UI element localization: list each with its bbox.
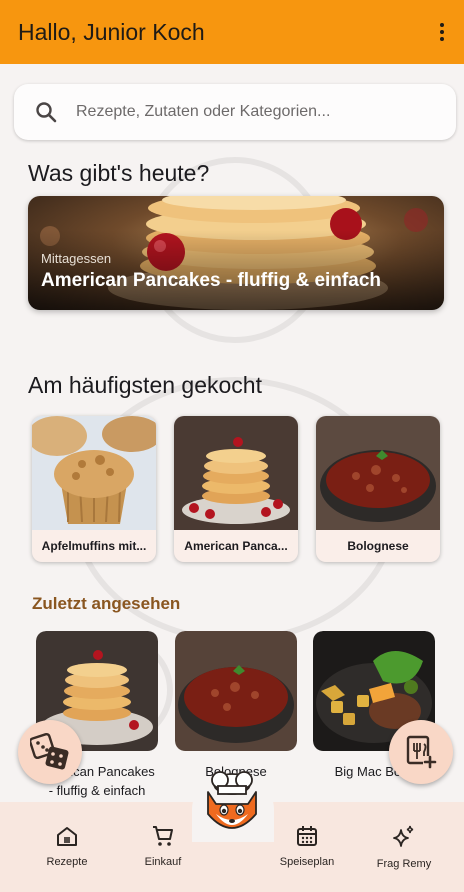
- recent-item[interactable]: Bolognese: [175, 631, 297, 781]
- nav-label: Speiseplan: [279, 856, 335, 868]
- app-bar: Hallo, Junior Koch: [0, 0, 464, 64]
- favorite-label: Apfelmuffins mit...: [41, 539, 147, 553]
- nav-item-frag-remy[interactable]: Frag Remy: [359, 824, 449, 870]
- favorite-label: American Panca...: [184, 539, 288, 553]
- sparkle-icon: [393, 825, 414, 847]
- nav-item-speiseplan[interactable]: Speiseplan: [262, 824, 352, 868]
- cart-icon: [153, 826, 173, 846]
- pancakes-image: [174, 416, 298, 530]
- nav-label: Einkauf: [144, 856, 182, 868]
- recent-section-title: Zuletzt angesehen: [32, 594, 181, 613]
- bolognese-image: [175, 631, 297, 751]
- calendar-icon: [297, 826, 317, 846]
- add-recipe-icon: [406, 735, 437, 769]
- dice-icon: [30, 732, 69, 770]
- recent-label-line2: - fluffig & einfach: [48, 783, 146, 798]
- favorite-card[interactable]: Apfelmuffins mit...: [32, 416, 156, 562]
- nav-item-rezepte[interactable]: Rezepte: [22, 824, 112, 868]
- search-input[interactable]: [76, 103, 416, 121]
- muffins-image: [32, 416, 156, 530]
- today-section-title: Was gibt's heute?: [28, 160, 210, 186]
- today-recipe-title: American Pancakes - fluffig & einfach: [41, 270, 381, 291]
- more-vert-icon[interactable]: [430, 17, 454, 47]
- search-bar[interactable]: [14, 84, 456, 140]
- random-recipe-button[interactable]: [18, 720, 82, 784]
- search-icon: [36, 102, 57, 123]
- nav-label: Frag Remy: [376, 858, 432, 870]
- today-category: Mittagessen: [41, 251, 112, 266]
- today-recipe-card[interactable]: Mittagessen American Pancakes - fluffig …: [28, 196, 444, 310]
- favorite-label: Bolognese: [347, 539, 409, 553]
- favorites-section-title: Am häufigsten gekocht: [28, 372, 262, 398]
- favorite-card[interactable]: Bolognese: [316, 416, 440, 562]
- add-recipe-button[interactable]: [389, 720, 453, 784]
- favorite-card[interactable]: American Panca...: [174, 416, 298, 562]
- chef-fox-icon[interactable]: [196, 770, 268, 840]
- home-icon: [57, 827, 77, 846]
- page-title: Hallo, Junior Koch: [18, 18, 205, 45]
- bolognese-image: [316, 416, 440, 530]
- nav-label: Rezepte: [46, 856, 88, 868]
